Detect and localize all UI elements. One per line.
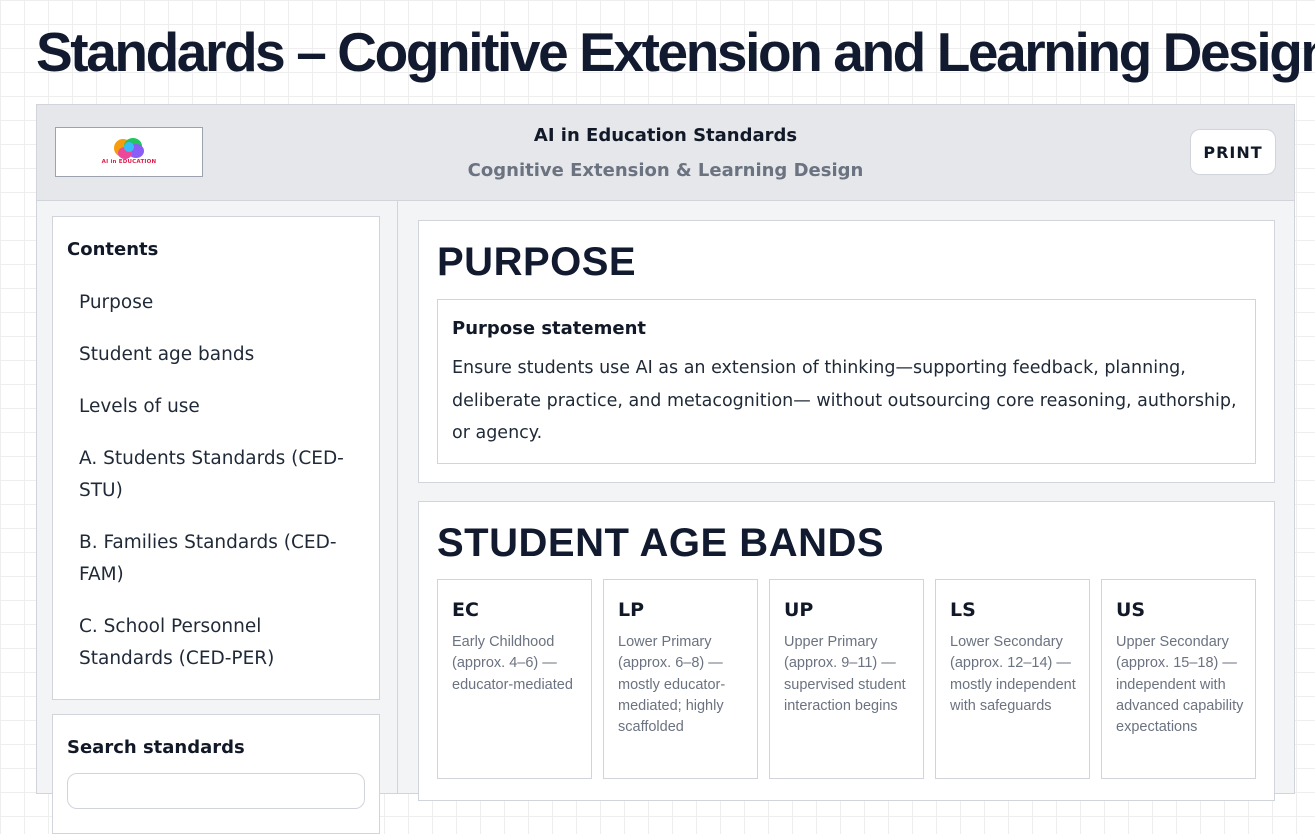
app-subtitle: Cognitive Extension & Learning Design (467, 160, 864, 181)
age-band-card-us: US Upper Secondary (approx. 15–18) — ind… (1101, 579, 1256, 779)
search-heading: Search standards (67, 737, 245, 758)
toc-item-families-standards[interactable]: B. Families Standards (CED-FAM) (79, 527, 359, 591)
age-band-code: US (1116, 599, 1146, 621)
search-card: Search standards (52, 714, 380, 834)
header-titles: AI in Education Standards Cognitive Exte… (37, 123, 1294, 184)
purpose-section: PURPOSE Purpose statement Ensure student… (418, 220, 1275, 483)
age-band-code: LP (618, 599, 645, 621)
contents-heading: Contents (67, 239, 159, 260)
age-band-description: Early Childhood (approx. 4–6) — educator… (452, 634, 573, 693)
app-header: AI in EDUCATION AI in Education Standard… (37, 105, 1294, 201)
standards-app: AI in EDUCATION AI in Education Standard… (36, 104, 1295, 834)
age-band-description: Upper Secondary (approx. 15–18) — indepe… (1116, 634, 1244, 736)
toc-item-student-age-bands[interactable]: Student age bands (79, 339, 359, 371)
age-band-description: Lower Secondary (approx. 12–14) — mostly… (950, 634, 1076, 714)
page-title: Standards – Cognitive Extension and Lear… (36, 21, 1315, 83)
age-band-description: Lower Primary (approx. 6–8) — mostly edu… (618, 634, 726, 736)
toc-item-purpose[interactable]: Purpose (79, 287, 359, 319)
sidebar: Contents Purpose Student age bands Level… (37, 201, 398, 834)
print-button[interactable]: PRINT (1190, 129, 1276, 175)
main-content: PURPOSE Purpose statement Ensure student… (398, 201, 1294, 801)
age-band-description: Upper Primary (approx. 9–11) — supervise… (784, 634, 906, 714)
toc-item-levels-of-use[interactable]: Levels of use (79, 391, 359, 423)
toc-item-students-standards[interactable]: A. Students Standards (CED-STU) (79, 443, 359, 507)
age-band-card-ls: LS Lower Secondary (approx. 12–14) — mos… (935, 579, 1090, 779)
contents-card: Contents Purpose Student age bands Level… (52, 216, 380, 700)
table-of-contents: Purpose Student age bands Levels of use … (79, 287, 359, 695)
age-band-card-up: UP Upper Primary (approx. 9–11) — superv… (769, 579, 924, 779)
age-band-code: EC (452, 599, 479, 621)
age-band-code: LS (950, 599, 976, 621)
purpose-statement-box: Purpose statement Ensure students use AI… (437, 299, 1256, 464)
purpose-title: PURPOSE (437, 240, 637, 284)
app-title: AI in Education Standards (533, 125, 798, 146)
search-input[interactable] (67, 773, 365, 809)
age-band-code: UP (784, 599, 814, 621)
age-band-card-lp: LP Lower Primary (approx. 6–8) — mostly … (603, 579, 758, 779)
age-bands-section: STUDENT AGE BANDS EC Early Childhood (ap… (418, 501, 1275, 801)
purpose-statement-heading: Purpose statement (452, 318, 646, 339)
purpose-statement-body: Ensure students use AI as an extension o… (452, 358, 1237, 443)
toc-item-school-personnel-standards[interactable]: C. School Personnel Standards (CED-PER) (79, 611, 359, 675)
age-band-card-ec: EC Early Childhood (approx. 4–6) — educa… (437, 579, 592, 779)
age-bands-title: STUDENT AGE BANDS (437, 521, 885, 565)
